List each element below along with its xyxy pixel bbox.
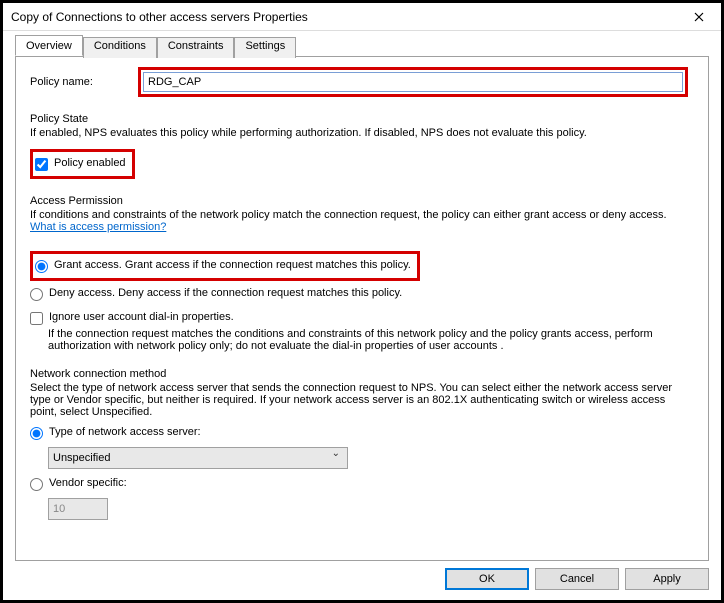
highlight-grant-access: Grant access. Grant access if the connec… — [30, 251, 420, 281]
access-permission-group: Access Permission If conditions and cons… — [30, 195, 694, 352]
ok-button[interactable]: OK — [445, 568, 529, 590]
nas-type-select-wrap: Unspecified — [30, 443, 348, 469]
access-permission-link[interactable]: What is access permission? — [30, 221, 166, 233]
window-title: Copy of Connections to other access serv… — [11, 10, 308, 24]
vendor-specific-row: Vendor specific: — [30, 477, 694, 491]
cancel-button[interactable]: Cancel — [535, 568, 619, 590]
policy-enabled-checkbox-row: Policy enabled — [35, 157, 126, 171]
tab-panel-overview: Policy name: Policy State If enabled, NP… — [15, 57, 709, 561]
tab-settings[interactable]: Settings — [234, 37, 296, 58]
network-connection-title: Network connection method — [30, 368, 694, 380]
dialog-footer: OK Cancel Apply — [3, 562, 721, 600]
policy-enabled-checkbox[interactable] — [35, 158, 48, 171]
ignore-dialin-desc: If the connection request matches the co… — [48, 328, 694, 352]
nas-type-label: Type of network access server: — [49, 426, 201, 438]
deny-access-row: Deny access. Deny access if the connecti… — [30, 287, 694, 301]
grant-access-label: Grant access. Grant access if the connec… — [54, 259, 411, 271]
ignore-dialin-checkbox[interactable] — [30, 312, 43, 325]
nas-type-row: Type of network access server: — [30, 426, 694, 440]
deny-access-radio[interactable] — [30, 288, 43, 301]
tab-conditions[interactable]: Conditions — [83, 37, 157, 58]
tab-strip: Overview Conditions Constraints Settings — [15, 35, 709, 57]
access-permission-desc: If conditions and constraints of the net… — [30, 209, 694, 233]
ignore-dialin-label: Ignore user account dial-in properties. — [49, 311, 234, 323]
tab-overview[interactable]: Overview — [15, 35, 83, 56]
vendor-specific-label: Vendor specific: — [49, 477, 127, 489]
titlebar: Copy of Connections to other access serv… — [3, 3, 721, 31]
dialog-window: Copy of Connections to other access serv… — [0, 0, 724, 603]
ignore-dialin-row: Ignore user account dial-in properties. — [30, 311, 694, 325]
policy-state-title: Policy State — [30, 113, 694, 125]
policy-state-desc: If enabled, NPS evaluates this policy wh… — [30, 127, 694, 139]
close-icon — [694, 12, 704, 22]
policy-name-label: Policy name: — [30, 76, 138, 88]
deny-access-label: Deny access. Deny access if the connecti… — [49, 287, 402, 299]
nas-type-select[interactable]: Unspecified — [48, 447, 348, 469]
policy-name-row: Policy name: — [30, 67, 694, 97]
network-connection-group: Network connection method Select the typ… — [30, 368, 694, 520]
vendor-specific-radio[interactable] — [30, 478, 43, 491]
close-button[interactable] — [677, 3, 721, 31]
access-permission-desc-text: If conditions and constraints of the net… — [30, 209, 667, 221]
grant-access-radio[interactable] — [35, 260, 48, 273]
access-permission-title: Access Permission — [30, 195, 694, 207]
highlight-policy-name — [138, 67, 688, 97]
tab-constraints[interactable]: Constraints — [157, 37, 235, 58]
nas-type-radio[interactable] — [30, 427, 43, 440]
vendor-specific-spinner — [48, 498, 108, 520]
apply-button[interactable]: Apply — [625, 568, 709, 590]
network-connection-desc: Select the type of network access server… — [30, 382, 694, 418]
content-area: Overview Conditions Constraints Settings… — [3, 31, 721, 562]
policy-name-input[interactable] — [143, 72, 683, 92]
policy-enabled-label: Policy enabled — [54, 157, 126, 169]
highlight-policy-enabled: Policy enabled — [30, 149, 135, 179]
policy-state-group: Policy State If enabled, NPS evaluates t… — [30, 113, 694, 179]
grant-access-row: Grant access. Grant access if the connec… — [35, 259, 411, 273]
